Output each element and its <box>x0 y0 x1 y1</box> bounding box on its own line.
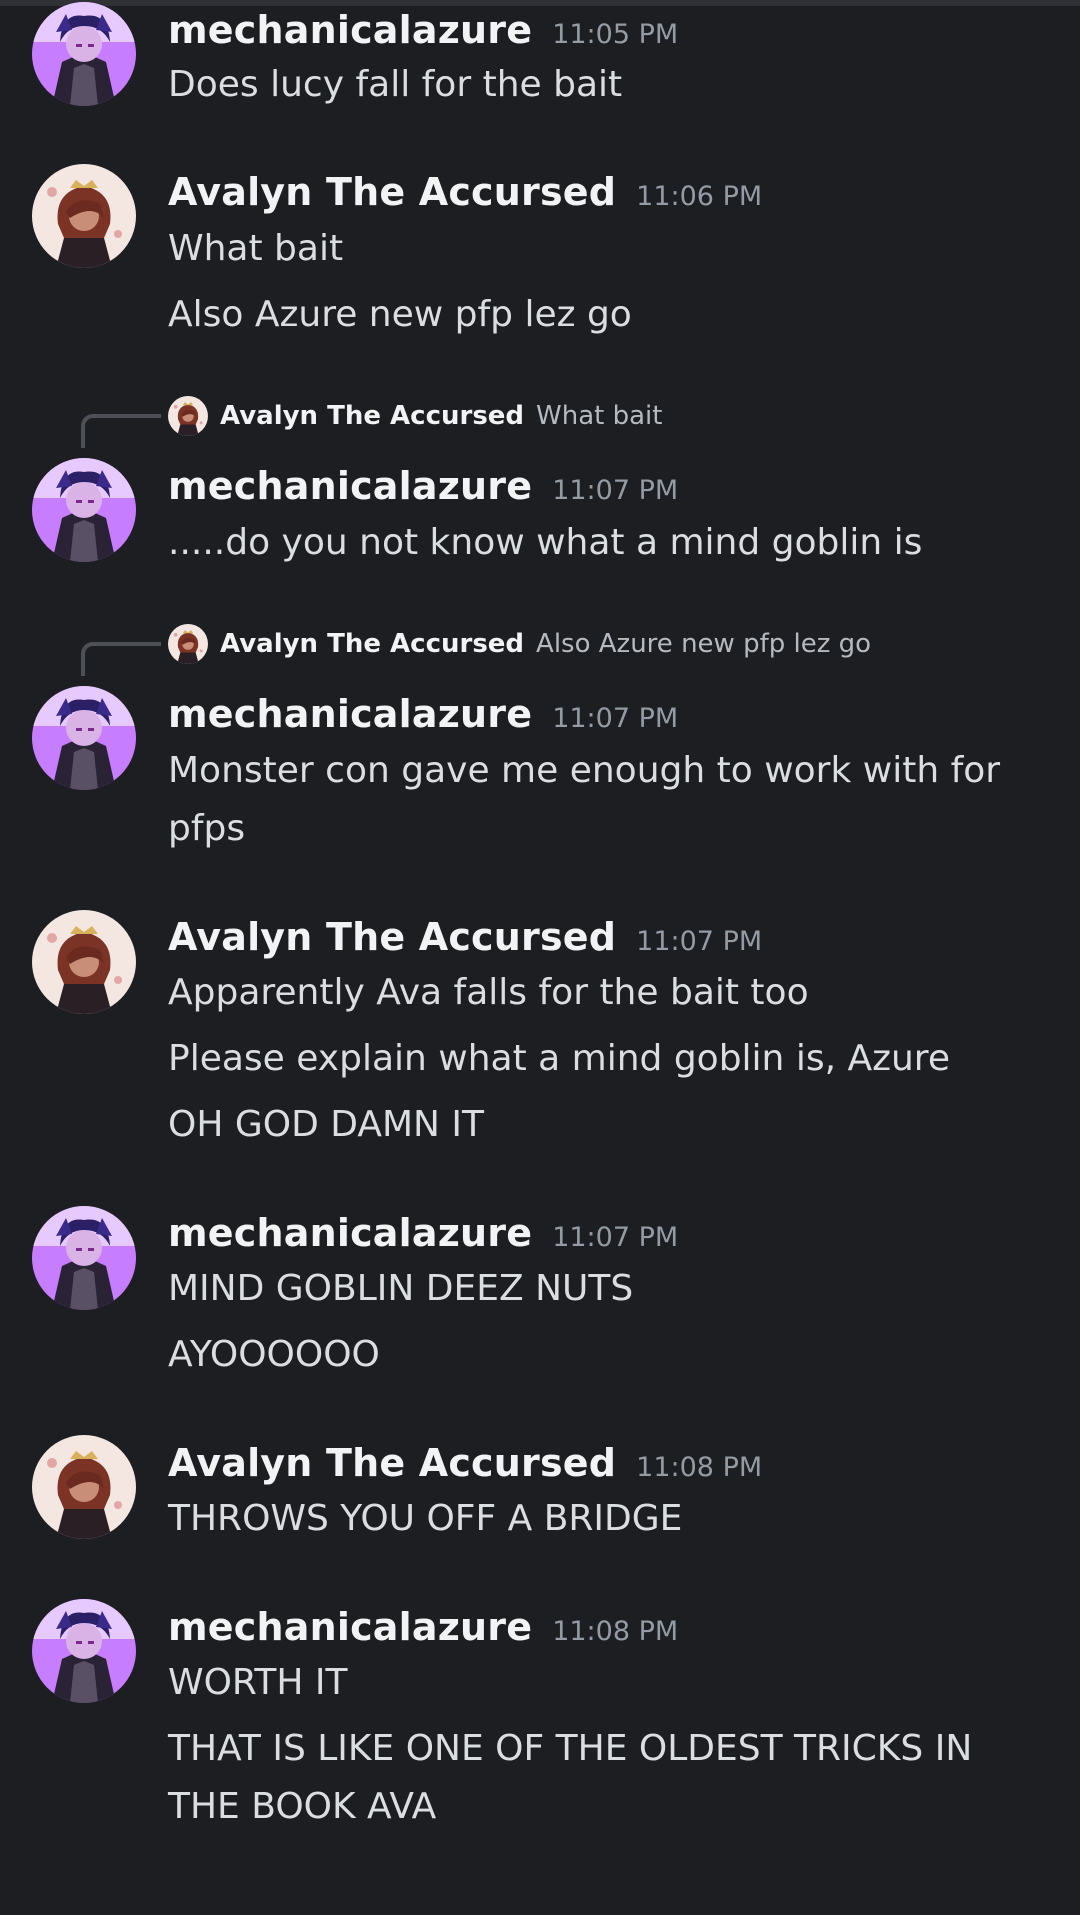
message-header: mechanicalazure 11:08 PM <box>168 1605 678 1649</box>
message-header: mechanicalazure 11:07 PM <box>168 1211 678 1255</box>
username[interactable]: mechanicalazure <box>168 1211 532 1255</box>
message-text: Does lucy fall for the bait <box>168 64 623 105</box>
message-text: THAT IS LIKE ONE OF THE OLDEST TRICKS IN <box>168 1728 973 1769</box>
avalyn-avatar-icon <box>168 396 208 436</box>
username[interactable]: mechanicalazure <box>168 1605 532 1649</box>
azure-avatar-icon[interactable] <box>32 1599 136 1703</box>
azure-avatar-icon[interactable] <box>32 686 136 790</box>
azure-avatar-icon[interactable] <box>32 2 136 106</box>
reply-username: Avalyn The Accursed <box>220 401 525 431</box>
message-text: .....do you not know what a mind goblin … <box>168 522 923 563</box>
username[interactable]: Avalyn The Accursed <box>168 170 616 214</box>
reply-preview[interactable]: Avalyn The Accursed What bait <box>168 396 662 436</box>
avalyn-avatar-icon[interactable] <box>32 164 136 268</box>
timestamp: 11:08 PM <box>552 1616 679 1647</box>
message-text: AYOOOOOO <box>168 1334 380 1375</box>
avalyn-avatar-icon[interactable] <box>32 1435 136 1539</box>
message-text: Please explain what a mind goblin is, Az… <box>168 1038 950 1079</box>
avalyn-avatar-icon[interactable] <box>32 910 136 1014</box>
azure-avatar-icon[interactable] <box>32 458 136 562</box>
username[interactable]: mechanicalazure <box>168 692 532 736</box>
reply-connector <box>81 642 161 676</box>
message-header: Avalyn The Accursed 11:08 PM <box>168 1441 762 1485</box>
message-header: mechanicalazure 11:07 PM <box>168 464 678 508</box>
message-text: Monster con gave me enough to work with … <box>168 750 1001 791</box>
username[interactable]: mechanicalazure <box>168 8 532 52</box>
username[interactable]: Avalyn The Accursed <box>168 1441 616 1485</box>
timestamp: 11:07 PM <box>552 1222 679 1253</box>
reply-text: What bait <box>536 401 663 431</box>
message-text: WORTH IT <box>168 1662 348 1703</box>
message-text: pfps <box>168 808 246 849</box>
username[interactable]: mechanicalazure <box>168 464 532 508</box>
timestamp: 11:05 PM <box>552 19 679 50</box>
message-header: Avalyn The Accursed 11:06 PM <box>168 170 762 214</box>
reply-preview[interactable]: Avalyn The Accursed Also Azure new pfp l… <box>168 624 871 664</box>
message-text: What bait <box>168 228 344 269</box>
message-header: Avalyn The Accursed 11:07 PM <box>168 915 762 959</box>
timestamp: 11:08 PM <box>636 1452 763 1483</box>
message-text: OH GOD DAMN IT <box>168 1104 485 1145</box>
timestamp: 11:07 PM <box>552 703 679 734</box>
message-header: mechanicalazure 11:05 PM <box>168 8 678 52</box>
reply-username: Avalyn The Accursed <box>220 629 525 659</box>
reply-connector <box>81 414 161 448</box>
message-text: THE BOOK AVA <box>168 1786 437 1827</box>
message-text: MIND GOBLIN DEEZ NUTS <box>168 1268 634 1309</box>
timestamp: 11:07 PM <box>636 926 763 957</box>
message-header: mechanicalazure 11:07 PM <box>168 692 678 736</box>
message-text: Also Azure new pfp lez go <box>168 294 632 335</box>
timestamp: 11:06 PM <box>636 181 763 212</box>
message-text: THROWS YOU OFF A BRIDGE <box>168 1498 683 1539</box>
message-text: Apparently Ava falls for the bait too <box>168 972 809 1013</box>
username[interactable]: Avalyn The Accursed <box>168 915 616 959</box>
reply-text: Also Azure new pfp lez go <box>536 629 872 659</box>
top-divider <box>0 0 1080 6</box>
azure-avatar-icon[interactable] <box>32 1206 136 1310</box>
timestamp: 11:07 PM <box>552 475 679 506</box>
avalyn-avatar-icon <box>168 624 208 664</box>
